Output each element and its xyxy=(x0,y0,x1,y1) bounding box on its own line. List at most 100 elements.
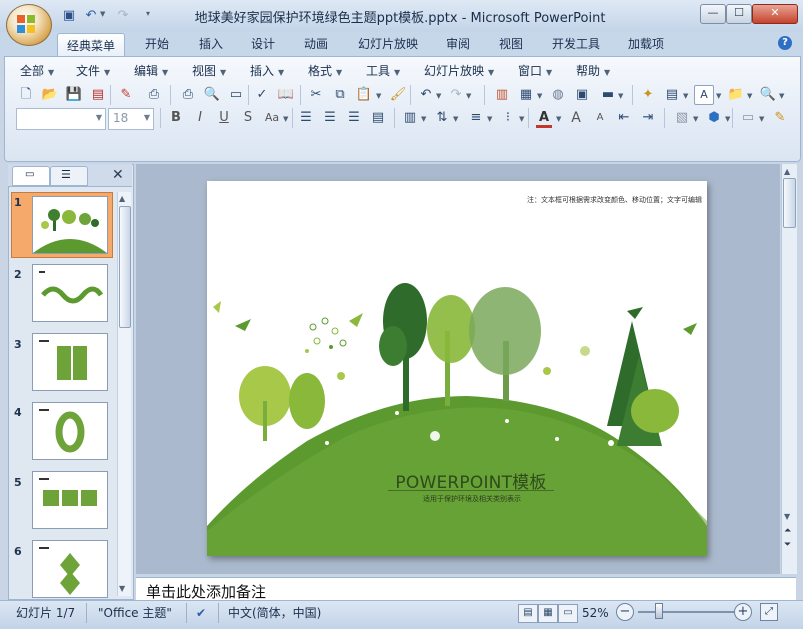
increase-indent-icon[interactable]: ⇥ xyxy=(638,108,658,128)
font-name-combo[interactable]: ▼ xyxy=(16,108,106,130)
tab-outline[interactable]: ☰ xyxy=(50,166,88,186)
underline-icon[interactable]: U xyxy=(214,108,234,128)
font-color-dropdown-icon[interactable]: ▼ xyxy=(556,115,561,123)
pdf-icon[interactable]: ▤ xyxy=(88,85,108,105)
normal-view-icon[interactable]: ▤ xyxy=(518,604,538,623)
scroll-up-icon[interactable]: ▲ xyxy=(119,194,125,203)
tab-design[interactable]: 设计 xyxy=(243,32,283,56)
scroll-thumb[interactable] xyxy=(119,206,131,328)
slide-show-icon[interactable]: ▭ xyxy=(226,85,246,105)
tab-developer[interactable]: 开发工具 xyxy=(546,32,606,56)
print-icon[interactable]: ⎙ xyxy=(178,85,198,105)
tab-classic-menu[interactable]: 经典菜单 xyxy=(57,33,125,58)
table-icon[interactable]: ▦ xyxy=(516,85,536,105)
maximize-button[interactable]: ☐ xyxy=(726,4,752,24)
slideshow-view-icon[interactable]: ▭ xyxy=(558,604,578,623)
zoom-in-icon[interactable]: + xyxy=(734,603,752,621)
research-icon[interactable]: 📖 xyxy=(276,85,296,105)
tab-home[interactable]: 开始 xyxy=(137,32,177,56)
slide-thumbnail-2[interactable] xyxy=(32,264,108,322)
italic-icon[interactable]: I xyxy=(190,108,210,128)
slide-thumbnail-5[interactable] xyxy=(32,471,108,529)
table-dropdown-icon[interactable]: ▼ xyxy=(537,92,542,100)
slide-thumbnail-3[interactable] xyxy=(32,333,108,391)
undo-icon[interactable]: ↶ xyxy=(416,85,436,105)
slide-thumbnail-4[interactable] xyxy=(32,402,108,460)
open-icon[interactable]: 📂 xyxy=(40,85,60,105)
next-slide-icon[interactable]: ⏷ xyxy=(784,540,791,550)
arrange-icon[interactable]: ▧ xyxy=(672,108,692,128)
menu-all[interactable]: 全部 ▼ xyxy=(20,62,54,80)
text-direction-icon[interactable]: ⇅ xyxy=(432,108,452,128)
zoom-level[interactable]: 52% xyxy=(582,604,609,622)
justify-icon[interactable]: ▤ xyxy=(368,108,388,128)
menu-slideshow[interactable]: 幻灯片放映 ▼ xyxy=(424,62,494,80)
bullets-dropdown-icon[interactable]: ▼ xyxy=(519,115,524,123)
clip-art-icon[interactable]: ◍ xyxy=(548,85,568,105)
arrange-dropdown-icon[interactable]: ▼ xyxy=(693,115,698,123)
new-slide-icon[interactable]: ✦ xyxy=(638,85,658,105)
slide-thumbnail-6[interactable] xyxy=(32,540,108,598)
zoom-out-icon[interactable]: − xyxy=(616,603,634,621)
format-painter-icon[interactable]: 🖌 xyxy=(388,85,408,105)
undo-dropdown-icon[interactable]: ▼ xyxy=(436,92,441,100)
theme-name[interactable]: "Office 主题" xyxy=(98,604,172,622)
paste-icon[interactable]: 📋 xyxy=(354,85,374,105)
decrease-indent-icon[interactable]: ⇤ xyxy=(614,108,634,128)
redo-icon[interactable]: ↷ xyxy=(446,85,466,105)
align-left-icon[interactable]: ☰ xyxy=(296,108,316,128)
permission-icon[interactable]: ✎ xyxy=(116,85,136,105)
find-icon[interactable]: 🔍 xyxy=(758,85,778,105)
menu-insert[interactable]: 插入 ▼ xyxy=(250,62,284,80)
publish-icon[interactable]: ⎙ xyxy=(144,85,164,105)
tab-insert[interactable]: 插入 xyxy=(191,32,231,56)
help-icon[interactable]: ? xyxy=(778,36,792,50)
folder-dropdown-icon[interactable]: ▼ xyxy=(747,92,752,100)
numbering-icon[interactable]: ≡ xyxy=(466,108,486,128)
columns-dropdown-icon[interactable]: ▼ xyxy=(421,115,426,123)
quick-styles-icon[interactable]: ⬢ xyxy=(704,108,724,128)
tab-view[interactable]: 视图 xyxy=(491,32,531,56)
numbering-dropdown-icon[interactable]: ▼ xyxy=(487,115,492,123)
menu-format[interactable]: 格式 ▼ xyxy=(308,62,342,80)
font-size-combo[interactable]: 18 ▼ xyxy=(108,108,154,130)
chart-icon[interactable]: ▥ xyxy=(492,85,512,105)
zoom-slider-thumb[interactable] xyxy=(655,603,663,619)
scroll-down-icon[interactable]: ▼ xyxy=(119,584,125,593)
scroll-thumb[interactable] xyxy=(783,178,796,228)
undo-dropdown-icon[interactable]: ▼ xyxy=(100,10,105,18)
shape-fill-dropdown-icon[interactable]: ▼ xyxy=(759,115,764,123)
tab-slides[interactable]: ▭ xyxy=(12,166,50,186)
columns-icon[interactable]: ▥ xyxy=(400,108,420,128)
save-icon[interactable]: 💾 xyxy=(64,85,84,105)
shrink-font-icon[interactable]: A xyxy=(590,108,610,128)
cut-icon[interactable]: ✂ xyxy=(306,85,326,105)
notes-placeholder[interactable]: 单击此处添加备注 xyxy=(146,581,266,602)
menu-help[interactable]: 帮助 ▼ xyxy=(576,62,610,80)
scroll-up-icon[interactable]: ▲ xyxy=(784,167,790,176)
layout-icon[interactable]: ▤ xyxy=(662,85,682,105)
editor-scrollbar[interactable]: ▲ ▼ ⏶ ⏷ xyxy=(781,164,797,574)
new-icon[interactable]: 🗋 xyxy=(16,85,36,105)
scroll-down-icon[interactable]: ▼ xyxy=(784,512,790,521)
redo-dropdown-icon[interactable]: ▼ xyxy=(466,92,471,100)
text-box-dropdown-icon[interactable]: ▼ xyxy=(716,92,721,100)
close-button[interactable]: ✕ xyxy=(752,4,798,24)
tab-review[interactable]: 审阅 xyxy=(438,32,478,56)
change-case-dropdown-icon[interactable]: ▼ xyxy=(283,115,288,123)
redo-icon[interactable]: ↷ xyxy=(114,7,132,25)
save-icon[interactable]: ▣ xyxy=(60,7,78,25)
close-icon[interactable]: ✕ xyxy=(112,167,124,183)
copy-icon[interactable]: ⧉ xyxy=(330,85,350,105)
align-right-icon[interactable]: ☰ xyxy=(344,108,364,128)
undo-icon[interactable]: ↶ xyxy=(82,7,100,25)
color-dropdown-icon[interactable]: ▼ xyxy=(618,92,623,100)
bold-icon[interactable]: B xyxy=(166,108,186,128)
find-dropdown-icon[interactable]: ▼ xyxy=(779,92,784,100)
print-preview-icon[interactable]: 🔍 xyxy=(202,85,222,105)
folder-icon[interactable]: 📁 xyxy=(726,85,746,105)
fit-to-window-icon[interactable]: ⤢ xyxy=(760,603,778,621)
quick-styles-dropdown-icon[interactable]: ▼ xyxy=(725,115,730,123)
color-grayscale-icon[interactable]: ▬ xyxy=(598,85,618,105)
proofing-icon[interactable]: ✔ xyxy=(196,604,206,622)
